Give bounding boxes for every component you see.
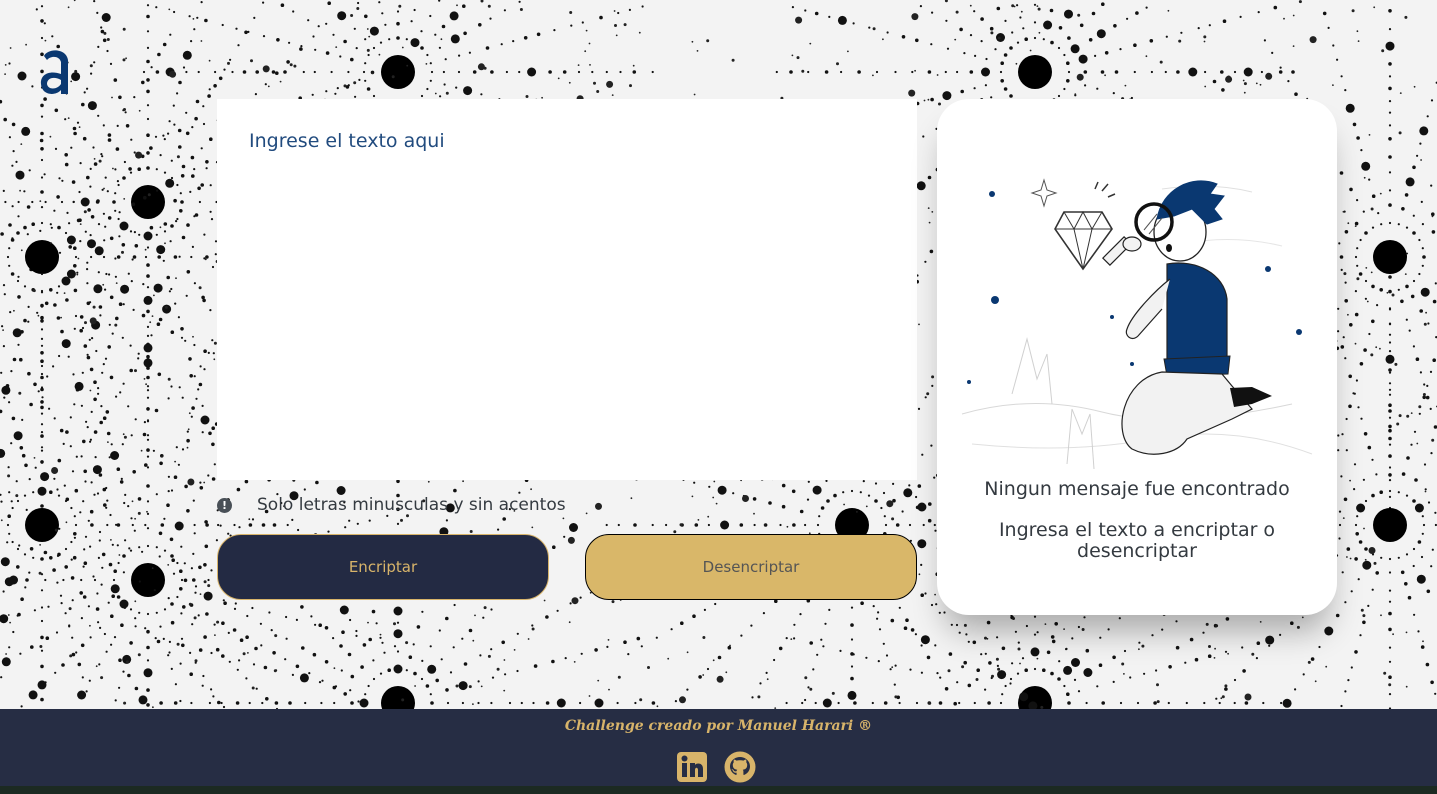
footer: Challenge creado por Manuel Harari ®: [0, 709, 1437, 786]
no-message-subtitle: Ingresa el texto a encriptar o desencrip…: [998, 519, 1276, 562]
text-input[interactable]: [217, 99, 917, 480]
footer-credit: Challenge creado por Manuel Harari ®: [564, 718, 873, 734]
github-icon[interactable]: [724, 751, 756, 783]
hint-text: Solo letras minusculas y sin acentos: [257, 495, 566, 515]
encrypt-button[interactable]: Encriptar: [217, 534, 549, 600]
no-message-title: Ningun mensaje fue encontrado: [984, 478, 1290, 500]
decrypt-button[interactable]: Desencriptar: [585, 534, 917, 600]
exclamation-circle-icon: !: [217, 497, 232, 513]
alura-logo-icon: [40, 50, 68, 94]
linkedin-icon[interactable]: [676, 751, 708, 783]
search-illustration-icon: [961, 178, 1313, 470]
os-taskbar: [0, 786, 1437, 794]
output-panel: Ningun mensaje fue encontrado Ingresa el…: [937, 99, 1337, 615]
input-hint: ! Solo letras minusculas y sin acentos: [217, 493, 566, 517]
